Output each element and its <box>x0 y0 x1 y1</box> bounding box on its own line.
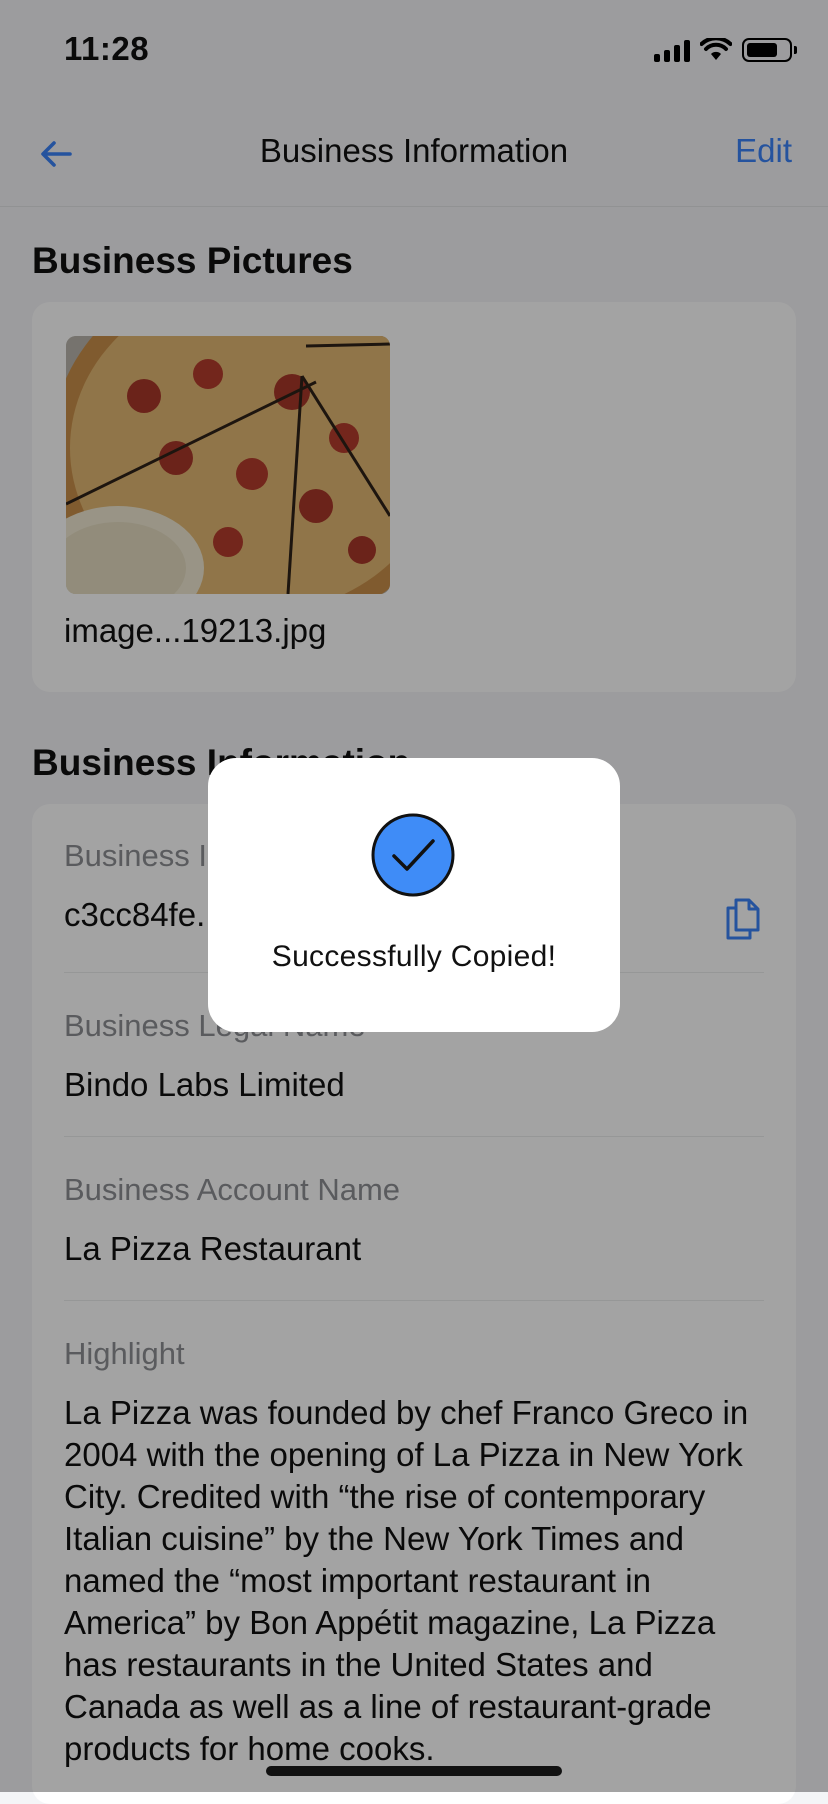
home-indicator[interactable] <box>266 1766 562 1776</box>
checkmark-icon <box>371 813 455 897</box>
copied-toast: Successfully Copied! <box>208 758 620 1032</box>
modal-overlay: Successfully Copied! <box>0 0 828 1792</box>
toast-message: Successfully Copied! <box>271 940 557 973</box>
